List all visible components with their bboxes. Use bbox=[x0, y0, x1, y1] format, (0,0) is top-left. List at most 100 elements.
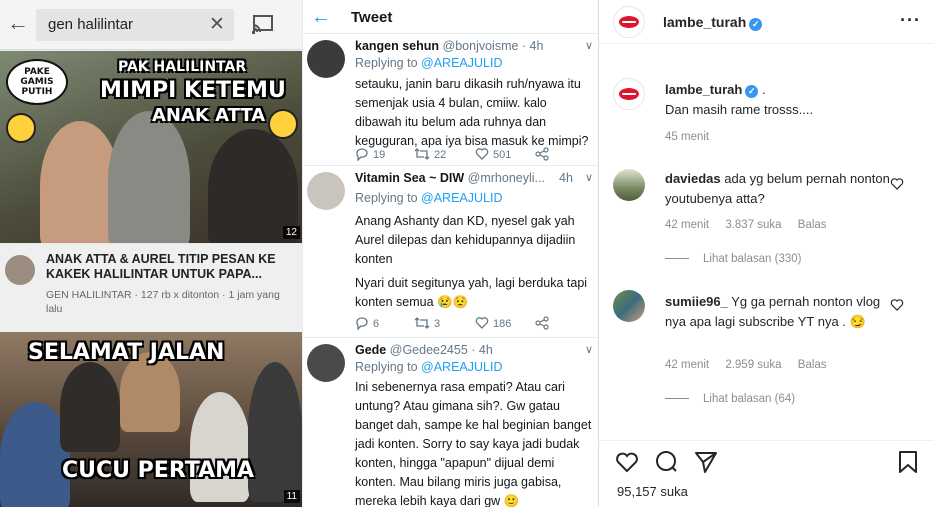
tweet-text: setauku, janin baru dikasih ruh/nyawa it… bbox=[355, 77, 589, 148]
verified-badge-icon: ✓ bbox=[745, 85, 759, 98]
bookmark-icon[interactable] bbox=[895, 449, 921, 475]
arrow-left-icon[interactable]: ← bbox=[7, 11, 29, 35]
reply-button[interactable]: 19 bbox=[355, 147, 386, 162]
username-label[interactable]: lambe_turah bbox=[663, 14, 746, 30]
person-figure bbox=[190, 392, 250, 502]
heart-icon bbox=[475, 148, 489, 160]
avatar[interactable] bbox=[307, 172, 345, 210]
reply-prefix: Replying to bbox=[355, 191, 418, 205]
chevron-down-icon[interactable]: ∨ bbox=[585, 39, 593, 52]
arrow-left-icon[interactable]: ← bbox=[311, 6, 331, 29]
author-name[interactable]: kangen sehun bbox=[355, 39, 439, 53]
tweet[interactable]: kangen sehun @bonjvoisme · 4h ∨ Replying… bbox=[303, 34, 598, 166]
tweet[interactable]: Gede @Gedee2455 · 4h ∨ Replying to @AREA… bbox=[303, 338, 598, 507]
channel-avatar[interactable] bbox=[5, 255, 35, 285]
video-info[interactable]: ANAK ATTA & AUREL TITIP PESAN KE KAKEK H… bbox=[0, 244, 302, 332]
chevron-down-icon[interactable]: ∨ bbox=[585, 343, 593, 356]
reply-button[interactable]: Balas bbox=[798, 359, 827, 371]
reply-to-link[interactable]: @AREAJULID bbox=[421, 191, 502, 205]
replying-to: Replying to @AREAJULID bbox=[355, 191, 503, 205]
tweet-author: Gede @Gedee2455 · 4h bbox=[355, 343, 591, 357]
heart-icon[interactable] bbox=[614, 449, 640, 475]
lips-logo-icon bbox=[619, 16, 639, 28]
tweet-author: Vitamin Sea ~ DIW @mrhoneyli... 4h bbox=[355, 171, 591, 185]
video-title[interactable]: ANAK ATTA & AUREL TITIP PESAN KE KAKEK H… bbox=[46, 252, 286, 282]
shocked-emoji-icon bbox=[6, 113, 36, 143]
comment-time: 42 menit bbox=[665, 219, 710, 231]
like-count: 501 bbox=[493, 149, 512, 161]
tweet[interactable]: Vitamin Sea ~ DIW @mrhoneyli... 4h ∨ Rep… bbox=[303, 166, 598, 338]
close-icon[interactable]: ✕ bbox=[206, 13, 228, 37]
comment-username[interactable]: daviedas bbox=[665, 171, 721, 186]
reply-button[interactable]: Balas bbox=[798, 219, 827, 231]
heart-icon[interactable] bbox=[890, 177, 904, 191]
avatar[interactable] bbox=[613, 169, 645, 201]
post-username[interactable]: lambe_turah ✓ bbox=[663, 14, 763, 31]
video-duration: 11 bbox=[283, 490, 300, 503]
more-options-icon[interactable]: ··· bbox=[900, 10, 921, 31]
view-replies-button[interactable]: Lihat balasan (330) bbox=[665, 253, 801, 265]
avatar[interactable] bbox=[307, 40, 345, 78]
likes-count[interactable]: 95,157 suka bbox=[617, 484, 688, 499]
caption-username[interactable]: lambe_turah ✓ . bbox=[665, 82, 766, 98]
reply-icon bbox=[356, 317, 368, 331]
like-button[interactable]: 501 bbox=[475, 147, 511, 161]
reply-button[interactable]: 6 bbox=[355, 316, 380, 331]
reply-to-link[interactable]: @AREAJULID bbox=[421, 56, 502, 70]
search-input[interactable]: gen halilintar ✕ bbox=[36, 9, 234, 41]
caption-time: 45 menit bbox=[665, 131, 710, 143]
author-name[interactable]: Gede bbox=[355, 343, 386, 357]
tweet-text: Nyari duit segitunya yah, lagi berduka t… bbox=[355, 276, 588, 309]
search-query[interactable]: gen halilintar bbox=[48, 16, 133, 33]
thumbnail-overlay-text: CUCU PERTAMA bbox=[62, 458, 255, 483]
tweet-actions: 6 3 186 bbox=[355, 316, 591, 332]
person-figure bbox=[108, 111, 190, 243]
video-thumbnail[interactable]: SELAMAT JALAN CUCU PERTAMA 11 bbox=[0, 332, 302, 507]
share-icon[interactable] bbox=[693, 449, 719, 475]
comment-text: sumiie96_ Yg ga pernah nonton vlog nya a… bbox=[665, 292, 895, 332]
comment-meta: 42 menit 3.837 suka Balas bbox=[665, 219, 840, 231]
comment-icon[interactable] bbox=[653, 449, 679, 475]
person-figure bbox=[248, 362, 302, 502]
like-button[interactable]: 186 bbox=[475, 316, 511, 330]
avatar[interactable] bbox=[613, 78, 645, 110]
comment-likes[interactable]: 2.959 suka bbox=[725, 359, 781, 371]
reply-count: 19 bbox=[373, 149, 386, 161]
youtube-search-bar: ← gen halilintar ✕ bbox=[0, 0, 302, 50]
video-thumbnail[interactable]: PAKE GAMIS PUTIH PAK HALILINTAR MIMPI KE… bbox=[0, 51, 302, 243]
avatar[interactable] bbox=[307, 344, 345, 382]
video-duration: 12 bbox=[282, 226, 300, 239]
caption-suffix: . bbox=[761, 82, 766, 97]
share-button[interactable] bbox=[535, 147, 553, 161]
chevron-down-icon[interactable]: ∨ bbox=[585, 171, 593, 184]
retweet-button[interactable]: 3 bbox=[414, 316, 440, 330]
reply-count: 6 bbox=[373, 318, 380, 330]
author-handle: @bonjvoisme · 4h bbox=[442, 39, 544, 53]
username-label[interactable]: lambe_turah bbox=[665, 82, 742, 97]
comment-meta: 42 menit 2.959 suka Balas bbox=[665, 359, 840, 371]
lips-logo-icon bbox=[619, 88, 639, 100]
author-handle: @mrhoneyli... bbox=[467, 171, 545, 185]
retweet-button[interactable]: 22 bbox=[414, 147, 446, 161]
verified-badge-icon: ✓ bbox=[749, 18, 763, 31]
reply-to-link[interactable]: @AREAJULID bbox=[421, 360, 502, 374]
heart-icon[interactable] bbox=[890, 298, 904, 312]
retweet-icon bbox=[414, 148, 430, 160]
view-replies-button[interactable]: Lihat balasan (64) bbox=[665, 393, 795, 405]
tweet-header: ← Tweet bbox=[303, 0, 598, 34]
retweet-count: 3 bbox=[434, 318, 441, 330]
share-icon bbox=[535, 316, 549, 330]
avatar[interactable] bbox=[613, 290, 645, 322]
author-name[interactable]: Vitamin Sea ~ DIW bbox=[355, 171, 464, 185]
reply-prefix: Replying to bbox=[355, 56, 418, 70]
post-actions bbox=[599, 440, 934, 480]
share-button[interactable] bbox=[535, 316, 553, 330]
comment-username[interactable]: sumiie96_ bbox=[665, 294, 728, 309]
comment-likes[interactable]: 3.837 suka bbox=[725, 219, 781, 231]
like-count: 186 bbox=[493, 318, 512, 330]
reply-prefix: Replying to bbox=[355, 360, 418, 374]
avatar[interactable] bbox=[613, 6, 645, 38]
cast-icon[interactable] bbox=[252, 14, 274, 34]
retweet-icon bbox=[414, 317, 430, 329]
caption-text: Dan masih rame trosss.... bbox=[665, 102, 814, 117]
